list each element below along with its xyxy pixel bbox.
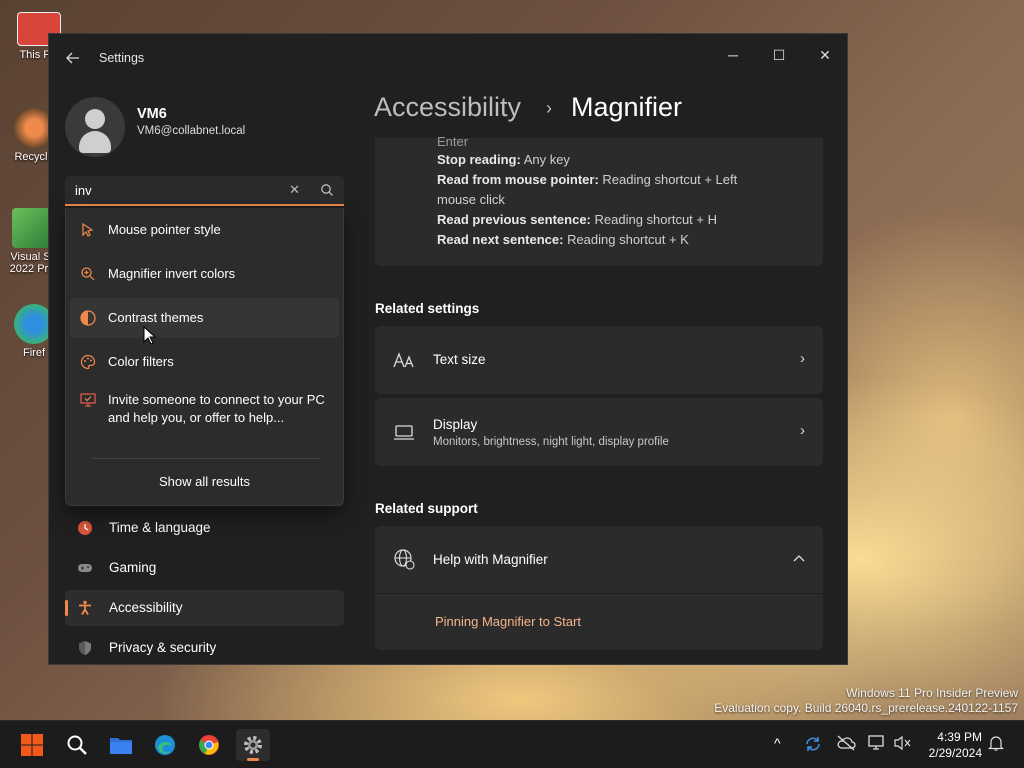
edge-browser-button[interactable]	[148, 729, 182, 761]
related-support-heading: Related support	[375, 501, 478, 516]
search-result-remote-assistance[interactable]: Invite someone to connect to your PC and…	[70, 386, 339, 432]
text-size-icon	[393, 352, 414, 368]
desktop-icon-label: Firef	[23, 347, 45, 359]
watermark-line1: Windows 11 Pro Insider Preview	[846, 686, 1018, 700]
related-settings-heading: Related settings	[375, 301, 480, 316]
search-icon[interactable]	[320, 183, 334, 197]
shortcut-stop-reading: Stop reading: Any key	[437, 152, 570, 167]
search-results-dropdown: Mouse pointer style Magnifier invert col…	[65, 208, 344, 506]
sync-icon[interactable]	[804, 735, 822, 756]
close-icon: ✕	[819, 46, 831, 63]
search-input[interactable]: inv ✕	[65, 176, 344, 206]
text-size-title: Text size	[433, 352, 486, 367]
mouse-cursor-icon	[143, 326, 157, 345]
search-result-contrast-themes[interactable]: Contrast themes	[70, 298, 339, 338]
chrome-browser-button[interactable]	[192, 729, 226, 761]
contrast-icon	[80, 310, 96, 326]
show-hidden-icons-button[interactable]: ^	[774, 735, 781, 751]
maximize-button[interactable]: ☐	[757, 40, 801, 70]
time-language-icon	[78, 521, 92, 535]
help-magnifier-title: Help with Magnifier	[433, 552, 548, 567]
app-title: Settings	[99, 51, 145, 65]
help-magnifier-header[interactable]: Help with Magnifier	[375, 526, 823, 594]
display-title: Display	[433, 417, 478, 432]
notifications-bell-icon[interactable]	[988, 735, 1004, 754]
search-result-magnifier-invert-colors[interactable]: Magnifier invert colors	[70, 254, 339, 294]
windows-logo-icon	[21, 734, 43, 756]
pinning-magnifier-link[interactable]: Pinning Magnifier to Start	[435, 614, 581, 629]
gear-icon	[244, 736, 262, 754]
color-palette-icon	[80, 354, 96, 370]
user-email: VM6@collabnet.local	[137, 125, 246, 137]
search-value: inv	[75, 183, 92, 198]
folder-icon	[110, 738, 132, 754]
breadcrumb-parent[interactable]: Accessibility	[374, 92, 521, 123]
display-subtitle: Monitors, brightness, night light, displ…	[433, 436, 669, 448]
title-bar[interactable]: Settings ─ ☐ ✕	[49, 34, 847, 82]
shortcut-read-from-pointer: Read from mouse pointer: Reading shortcu…	[437, 172, 738, 207]
minimize-button[interactable]: ─	[711, 40, 755, 70]
onedrive-offline-icon[interactable]	[836, 735, 856, 754]
globe-help-icon	[394, 549, 415, 570]
display-card[interactable]: Display Monitors, brightness, night ligh…	[375, 398, 823, 466]
search-icon	[67, 735, 87, 755]
edge-icon	[155, 735, 175, 755]
chevron-up-icon	[793, 555, 805, 562]
watermark-line2: Evaluation copy. Build 26040.rs_prerelea…	[714, 701, 1018, 715]
divider	[92, 458, 320, 459]
clock-time: 4:39 PM	[937, 730, 982, 744]
start-button[interactable]	[15, 729, 49, 761]
user-name: VM6	[137, 106, 167, 122]
search-result-color-filters[interactable]: Color filters	[70, 342, 339, 382]
close-button[interactable]: ✕	[803, 40, 847, 70]
minimize-icon: ─	[728, 47, 738, 63]
shortcut-read-previous: Read previous sentence: Reading shortcut…	[437, 212, 717, 227]
show-all-results-button[interactable]: Show all results	[66, 474, 343, 489]
help-magnifier-card: Help with Magnifier Pinning Magnifier to…	[375, 526, 823, 650]
arrow-left-icon	[66, 52, 79, 64]
clock[interactable]: 4:39 PM 2/29/2024	[929, 729, 982, 761]
sidebar-item-privacy-security[interactable]: Privacy & security	[65, 630, 344, 664]
shield-icon	[79, 641, 91, 655]
accessibility-icon	[79, 600, 91, 615]
taskbar-search-button[interactable]	[60, 729, 94, 761]
search-result-mouse-pointer-style[interactable]: Mouse pointer style	[70, 210, 339, 250]
mouse-pointer-icon	[82, 222, 94, 237]
laptop-icon	[394, 425, 414, 440]
chevron-right-icon: ›	[546, 98, 552, 118]
reading-shortcuts-card: Enter Stop reading: Any key Read from mo…	[375, 134, 823, 266]
text-size-card[interactable]: Text size ›	[375, 326, 823, 394]
clock-date: 2/29/2024	[928, 746, 982, 760]
volume-muted-icon[interactable]	[894, 735, 912, 754]
chevron-right-icon: ›	[800, 350, 805, 367]
network-icon[interactable]	[868, 735, 886, 754]
visual-studio-icon	[12, 208, 52, 248]
magnifier-icon	[81, 267, 95, 281]
shortcut-partial-text: Enter	[437, 134, 469, 149]
settings-window: Settings ─ ☐ ✕ VM6 VM6@collabnet.local i…	[48, 33, 848, 665]
shortcut-read-next: Read next sentence: Reading shortcut + K	[437, 232, 689, 247]
taskbar: ^ 4:39 PM 2/29/2024	[0, 720, 1024, 768]
clear-search-button[interactable]: ✕	[289, 182, 300, 198]
sidebar-item-gaming[interactable]: Gaming	[65, 550, 344, 586]
file-explorer-button[interactable]	[104, 729, 138, 761]
maximize-icon: ☐	[772, 46, 786, 63]
chevron-right-icon: ›	[800, 422, 805, 439]
avatar[interactable]	[65, 97, 125, 157]
user-avatar-icon	[85, 109, 105, 129]
remote-assist-icon	[80, 393, 96, 407]
sidebar-item-time-language[interactable]: Time & language	[65, 510, 344, 546]
gamepad-icon	[78, 564, 92, 572]
page-title: Magnifier	[571, 92, 683, 122]
chrome-icon	[199, 735, 219, 755]
sidebar-item-accessibility[interactable]: Accessibility	[65, 590, 344, 626]
back-button[interactable]	[63, 48, 83, 68]
settings-taskbar-button[interactable]	[236, 729, 270, 761]
